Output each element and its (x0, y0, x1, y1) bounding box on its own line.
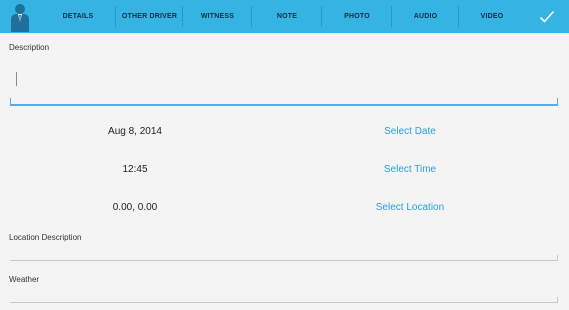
tab-other-driver[interactable]: OTHER DRIVER (116, 0, 183, 33)
description-label: Description (9, 43, 50, 52)
location-description-underline-right-tick (557, 255, 558, 261)
tab-details[interactable]: DETAILS (40, 0, 116, 33)
select-location-button[interactable]: Select Location (320, 202, 500, 213)
app-icon[interactable] (0, 0, 40, 33)
tab-photo[interactable]: PHOTO (322, 0, 392, 33)
location-description-label: Location Description (9, 233, 82, 242)
location-value: 0.00, 0.00 (112, 202, 158, 213)
weather-input[interactable] (10, 286, 558, 303)
description-underline-left-tick (10, 98, 11, 105)
time-value: 12:45 (122, 164, 148, 175)
date-value: Aug 8, 2014 (108, 126, 162, 137)
select-time-button[interactable]: Select Time (320, 164, 500, 175)
person-in-suit-icon (11, 3, 29, 32)
tab-note[interactable]: NOTE (252, 0, 322, 33)
tab-video[interactable]: VIDEO (459, 0, 525, 33)
tab-witness[interactable]: WITNESS (183, 0, 252, 33)
checkmark-icon (539, 10, 555, 23)
description-underline-right-tick (557, 98, 558, 105)
select-date-button[interactable]: Select Date (320, 126, 500, 137)
text-cursor (16, 72, 17, 86)
top-action-bar: DETAILS OTHER DRIVER WITNESS NOTE PHOTO … (0, 0, 569, 33)
weather-label: Weather (9, 275, 40, 284)
weather-underline-right-tick (557, 297, 558, 303)
done-button[interactable] (525, 0, 569, 33)
description-input[interactable] (10, 58, 558, 106)
tab-audio[interactable]: AUDIO (392, 0, 459, 33)
weather-underline (10, 302, 558, 303)
description-underline (10, 104, 558, 106)
location-description-underline (10, 260, 558, 261)
location-description-input[interactable] (10, 243, 558, 261)
